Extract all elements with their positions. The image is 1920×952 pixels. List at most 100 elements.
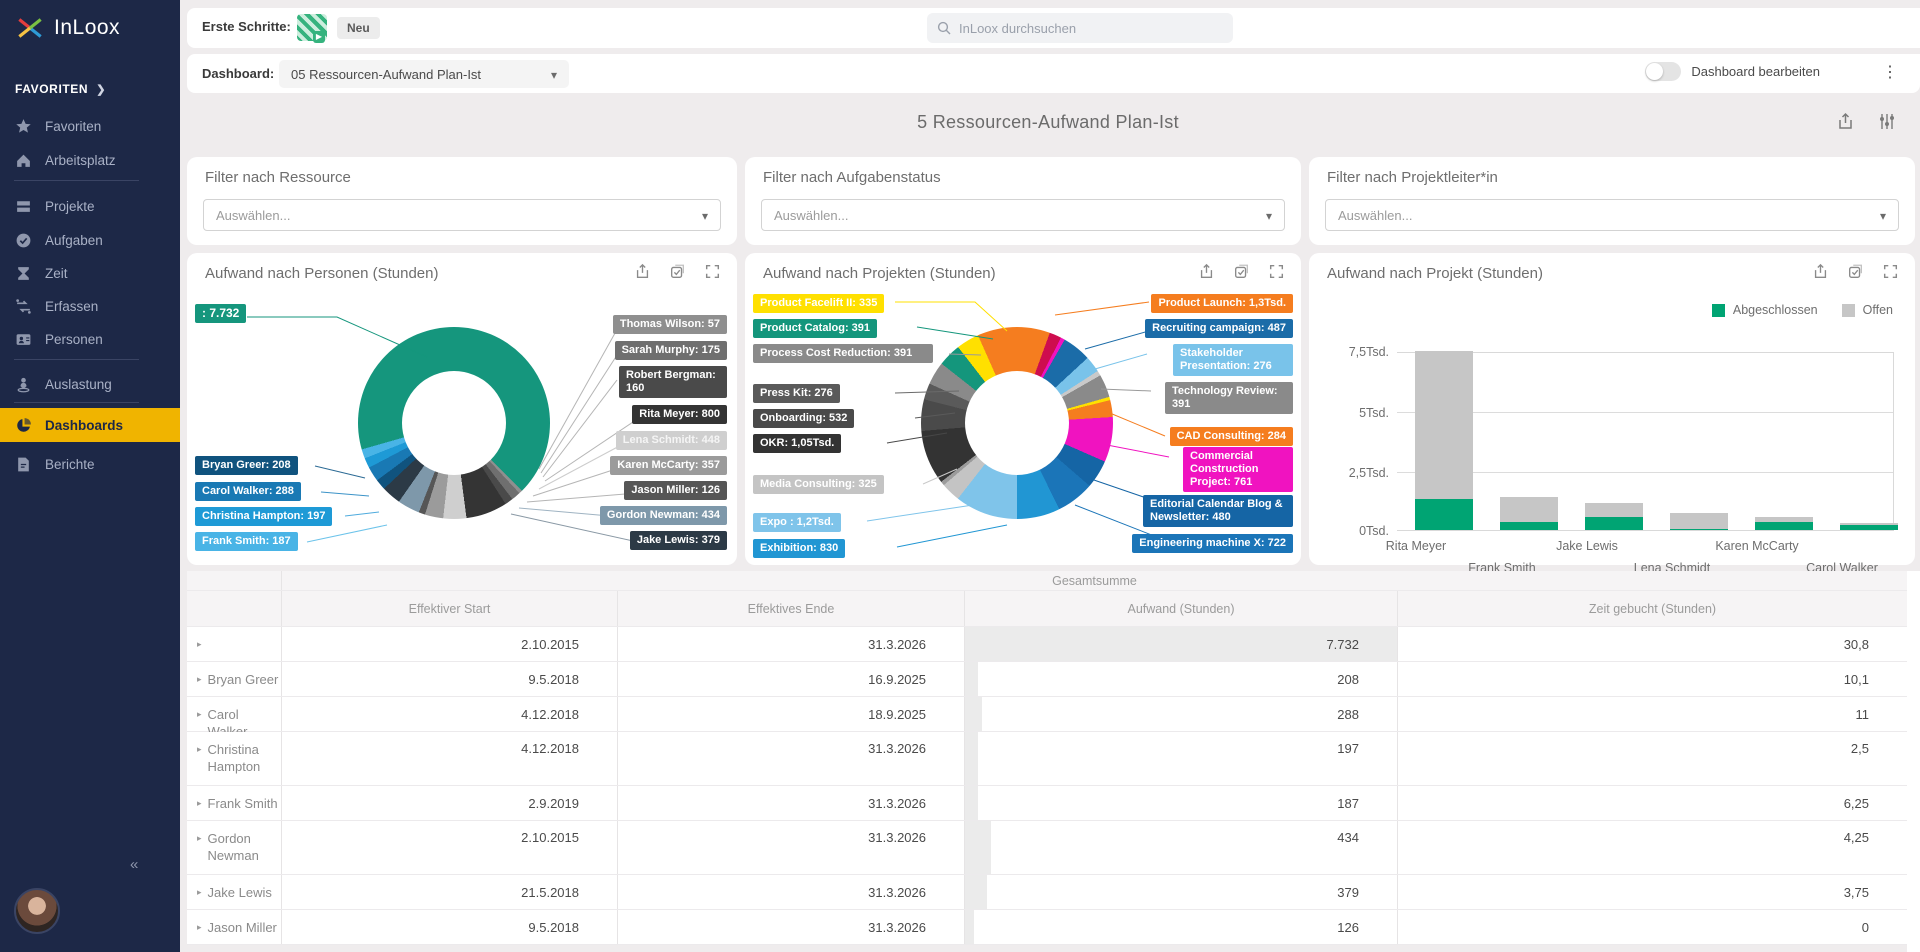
neu-badge[interactable]: Neu	[337, 17, 380, 39]
sidebar-item-zeit[interactable]: Zeit	[0, 257, 180, 289]
favoriten-section-label: FAVORITEN	[15, 82, 88, 96]
filter-ressource-select[interactable]: Auswählen...	[203, 199, 721, 231]
expand-icon[interactable]	[197, 922, 202, 933]
table-row[interactable]: Bryan Greer 9.5.2018 16.9.2025 208 10,1	[187, 662, 1907, 697]
export-icon[interactable]	[1198, 263, 1215, 280]
expand-icon[interactable]	[197, 744, 202, 755]
inloox-x-icon	[14, 12, 46, 44]
aufwand-data-bar	[965, 821, 991, 874]
expand-icon[interactable]	[197, 887, 202, 898]
filter-aufgabenstatus-select[interactable]: Auswählen...	[761, 199, 1285, 231]
donut-label: Karen McCarty: 357	[610, 456, 727, 475]
donut-chart-projekten[interactable]	[921, 327, 1113, 519]
sidebar-item-berichte[interactable]: Berichte	[0, 448, 180, 480]
dashboard-select[interactable]: 05 Ressourcen-Aufwand Plan-Ist	[279, 60, 569, 88]
table-header-row: Effektiver Start Effektives Ende Aufwand…	[187, 591, 1907, 627]
cell-aufwand: 434	[1337, 830, 1359, 845]
sidebar-item-aufgaben[interactable]: Aufgaben	[0, 224, 180, 256]
capture-arrows-icon	[15, 298, 32, 315]
column-header-aufwand[interactable]: Aufwand (Stunden)	[964, 591, 1397, 626]
sidebar-item-erfassen[interactable]: Erfassen	[0, 290, 180, 322]
fullscreen-icon[interactable]	[1882, 263, 1899, 280]
table-row[interactable]: Jake Lewis 21.5.2018 31.3.2026 379 3,75	[187, 875, 1907, 910]
cell-zeit: 4,25	[1844, 830, 1869, 845]
column-header[interactable]	[187, 591, 281, 626]
multiselect-icon[interactable]	[1847, 263, 1864, 280]
table-row[interactable]: Christina Hampton 4.12.2018 31.3.2026 19…	[187, 732, 1907, 786]
donut-label: Commercial Construction Project: 761	[1183, 447, 1293, 492]
expand-icon[interactable]	[197, 709, 202, 720]
export-icon[interactable]	[634, 263, 651, 280]
multiselect-icon[interactable]	[669, 263, 686, 280]
expand-icon[interactable]	[197, 674, 202, 685]
y-tick: 7,5Tsd.	[1327, 345, 1389, 359]
sidebar-item-arbeitsplatz[interactable]: Arbeitsplatz	[0, 144, 180, 176]
user-avatar[interactable]	[14, 888, 60, 934]
legend-item-abgeschlossen[interactable]: Abgeschlossen	[1712, 303, 1818, 317]
aufwand-data-bar	[965, 697, 982, 731]
sidebar-divider	[14, 402, 139, 403]
expand-icon[interactable]	[197, 798, 202, 809]
cell-ende: 31.3.2026	[868, 796, 926, 811]
expand-icon[interactable]	[197, 639, 202, 650]
donut-label: Gordon Newman: 434	[600, 506, 727, 525]
cell-ende: 31.3.2026	[868, 637, 926, 652]
home-icon	[15, 152, 32, 169]
table-row[interactable]: Gordon Newman 2.10.2015 31.3.2026 434 4,…	[187, 821, 1907, 875]
column-header-effektives-ende[interactable]: Effektives Ende	[617, 591, 964, 626]
top-bar: Erste Schritte: Neu InLoox durchsuchen	[187, 8, 1920, 48]
dashboard-edit-toggle[interactable]	[1645, 62, 1681, 81]
sidebar-item-dashboards[interactable]: Dashboards	[0, 408, 180, 442]
fullscreen-icon[interactable]	[1268, 263, 1285, 280]
fullscreen-icon[interactable]	[704, 263, 721, 280]
vertical-scrollbar[interactable]	[1907, 571, 1920, 952]
table-scroll-gutter	[187, 945, 1907, 952]
filter-title: Filter nach Projektleiter*in	[1327, 169, 1498, 186]
export-icon[interactable]	[1836, 112, 1855, 131]
cell-zeit: 3,75	[1844, 885, 1869, 900]
favoriten-section-header[interactable]: FAVORITEN ❯	[15, 82, 106, 96]
filter-card-ressource: Filter nach Ressource Auswählen...	[187, 157, 737, 245]
bar-rita-meyer[interactable]	[1415, 351, 1473, 530]
more-options-icon[interactable]	[1882, 62, 1898, 82]
column-header-effektiver-start[interactable]: Effektiver Start	[281, 591, 617, 626]
sidebar-item-projekte[interactable]: Projekte	[0, 190, 180, 222]
column-header-zeit-gebucht[interactable]: Zeit gebucht (Stunden)	[1397, 591, 1907, 626]
select-placeholder: Auswählen...	[1338, 208, 1412, 223]
sidebar-item-auslastung[interactable]: Auslastung	[0, 368, 180, 400]
global-search-input[interactable]: InLoox durchsuchen	[927, 13, 1233, 43]
export-icon[interactable]	[1812, 263, 1829, 280]
donut-label: CAD Consulting: 284	[1170, 427, 1293, 446]
table-row[interactable]: Jason Miller 9.5.2018 31.3.2026 126 0	[187, 910, 1907, 945]
expand-icon[interactable]	[197, 833, 202, 844]
row-name: Frank Smith	[208, 795, 278, 812]
multiselect-icon[interactable]	[1233, 263, 1250, 280]
sidebar-item-favoriten[interactable]: Favoriten	[0, 110, 180, 142]
table-row-total[interactable]: 2.10.2015 31.3.2026 7.732 30,8	[187, 627, 1907, 662]
report-document-icon	[15, 456, 32, 473]
donut-label: Carol Walker: 288	[195, 482, 301, 501]
bar-frank-smith[interactable]	[1500, 497, 1558, 530]
cell-ende: 31.3.2026	[868, 885, 926, 900]
dashboard-settings-icon[interactable]	[1877, 112, 1896, 131]
x-label: Jake Lewis	[1532, 539, 1642, 553]
legend-label: Abgeschlossen	[1733, 303, 1818, 317]
check-circle-icon	[15, 232, 32, 249]
aufwand-data-bar	[965, 875, 987, 909]
bar-jake-lewis[interactable]	[1585, 503, 1643, 530]
cell-start: 4.12.2018	[521, 741, 579, 756]
donut-chart-personen[interactable]	[358, 327, 550, 519]
sidebar-item-personen[interactable]: Personen	[0, 323, 180, 355]
legend-item-offen[interactable]: Offen	[1842, 303, 1893, 317]
bar-karen-mccarty[interactable]	[1755, 517, 1813, 530]
getting-started-video-icon[interactable]	[297, 14, 327, 41]
bar-lena-schmidt[interactable]	[1670, 513, 1728, 530]
inloox-logo[interactable]: InLoox	[14, 12, 120, 44]
sidebar-collapse-button[interactable]	[130, 856, 138, 873]
bar-carol-walker[interactable]	[1840, 523, 1898, 530]
table-row[interactable]: Carol Walker 4.12.2018 18.9.2025 288 11	[187, 697, 1907, 732]
table-row[interactable]: Frank Smith 2.9.2019 31.3.2026 187 6,25	[187, 786, 1907, 821]
cell-ende: 31.3.2026	[868, 920, 926, 935]
sidebar-item-label: Dashboards	[45, 418, 123, 433]
filter-projektleiter-select[interactable]: Auswählen...	[1325, 199, 1899, 231]
